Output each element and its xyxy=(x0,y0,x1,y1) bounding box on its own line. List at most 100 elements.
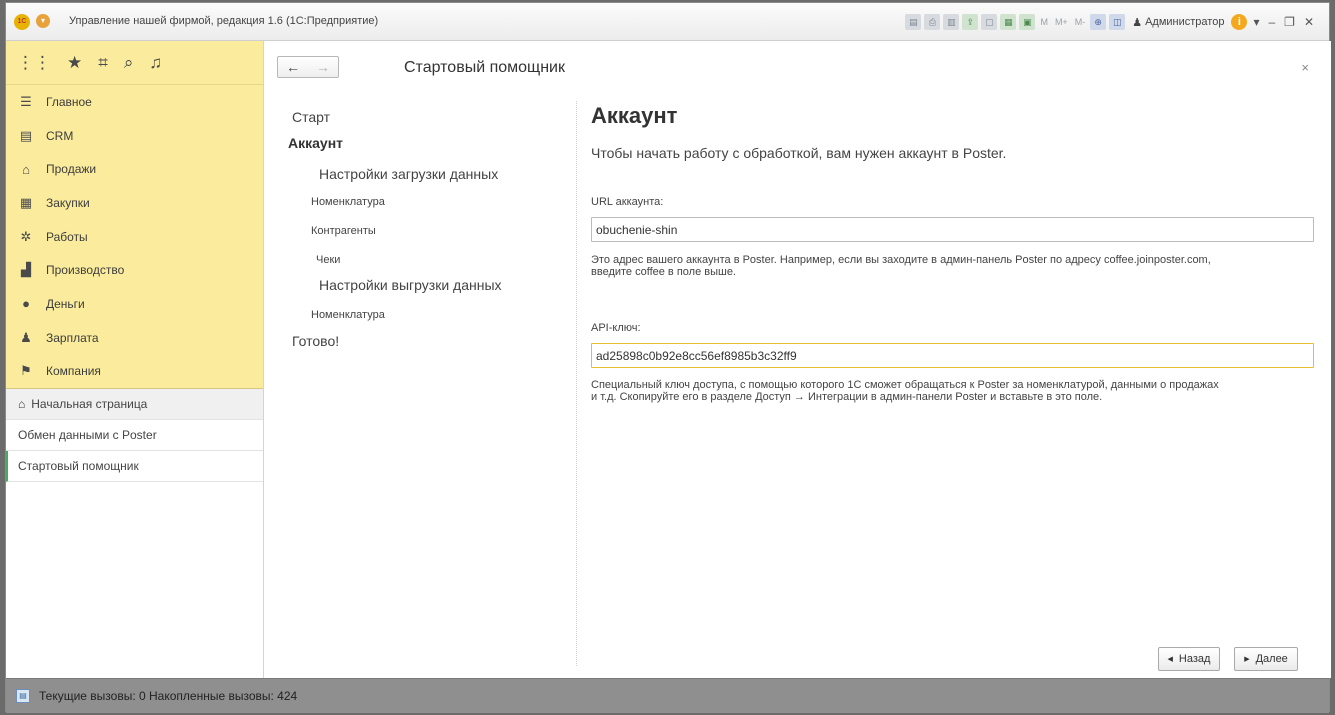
zoom-icon[interactable]: ⊕ xyxy=(1090,14,1107,30)
status-text: Текущие вызовы: 0 Накопленные вызовы: 42… xyxy=(39,689,298,703)
section-item[interactable]: ⌂ Продажи xyxy=(6,152,263,186)
main-menu-button[interactable]: ▾ xyxy=(36,14,50,28)
memory-minus-button[interactable]: M- xyxy=(1073,17,1088,27)
section-label: Зарплата xyxy=(46,330,99,345)
api-key-hint-line: и т.д. Скопируйте его в разделе Доступ →… xyxy=(591,391,1103,403)
url-hint: Это адрес вашего аккаунта в Poster. Напр… xyxy=(591,254,1316,278)
user-name: Администратор xyxy=(1145,16,1225,28)
flag-icon: ⚑ xyxy=(20,363,32,379)
open-item-label: Начальная страница xyxy=(31,397,148,412)
close-window-button[interactable]: ✕ xyxy=(1301,15,1317,29)
section-item[interactable]: ♟ Зарплата xyxy=(6,321,263,355)
form-title: Стартовый помощник xyxy=(404,59,565,76)
url-field[interactable] xyxy=(591,217,1314,242)
panels-icon[interactable]: ◫ xyxy=(1109,14,1126,30)
factory-icon: ▟ xyxy=(21,262,31,278)
calendar-icon[interactable]: ▣ xyxy=(1019,14,1036,30)
info-icon[interactable]: i xyxy=(1231,14,1248,30)
memory-plus-button[interactable]: M+ xyxy=(1053,17,1070,27)
copy-icon[interactable]: ▢ xyxy=(981,14,998,30)
section-label: Деньги xyxy=(46,296,85,311)
url-field-label: URL аккаунта: xyxy=(591,196,664,208)
history-icon[interactable]: ⌗ xyxy=(98,53,108,73)
user-icon: ♟ xyxy=(1132,16,1143,29)
apps-grid-icon[interactable]: ⋮⋮ xyxy=(17,53,51,73)
step-load-settings[interactable]: Настройки загрузки данных xyxy=(319,166,498,182)
basket-icon: ⌂ xyxy=(22,161,30,177)
api-key-label: API-ключ: xyxy=(591,322,641,334)
app-window: 1С ▾ Управление нашей фирмой, редакция 1… xyxy=(5,2,1331,713)
memory-m-button[interactable]: M xyxy=(1038,17,1050,27)
1c-logo-icon: 1С xyxy=(14,14,30,30)
open-item-poster-exchange[interactable]: Обмен данными с Poster xyxy=(6,420,263,452)
maximize-button[interactable]: ❐ xyxy=(1281,15,1298,29)
step-start[interactable]: Старт xyxy=(292,109,330,125)
user-menu[interactable]: ♟ Администратор xyxy=(1128,16,1228,29)
open-item-home[interactable]: ⌂ Начальная страница xyxy=(6,389,263,421)
menu-lines-icon: ☰ xyxy=(20,93,32,109)
back-button[interactable]: ◀ Назад xyxy=(1158,647,1220,671)
open-item-label: Обмен данными с Poster xyxy=(18,428,157,443)
notifications-bell-icon[interactable]: ♫ xyxy=(149,53,162,73)
section-item[interactable]: ☰ Главное xyxy=(6,85,263,119)
form-header: ← → Стартовый помощник × xyxy=(264,41,1331,101)
title-toolbar: ▤ ⎙ ▥ ⇪ ▢ ▦ ▣ M M+ M- ⊕ ◫ ♟ Администрато… xyxy=(905,11,1317,33)
open-windows-list: ⌂ Начальная страница Обмен данными с Pos… xyxy=(6,389,263,483)
upload-icon[interactable]: ⇪ xyxy=(962,14,979,30)
print-icon[interactable]: ⎙ xyxy=(924,14,941,30)
api-key-hint: Специальный ключ доступа, с помощью кото… xyxy=(591,379,1316,403)
url-hint-line: Это адрес вашего аккаунта в Poster. Напр… xyxy=(591,254,1211,266)
step-load-counterparties[interactable]: Контрагенты xyxy=(311,225,376,237)
crm-icon: ▤ xyxy=(19,127,33,143)
forward-arrow-icon[interactable]: → xyxy=(308,57,338,77)
section-item[interactable]: ▤ CRM xyxy=(6,119,263,153)
step-load-receipts[interactable]: Чеки xyxy=(316,254,340,266)
sections-panel: ☰ Главное ▤ CRM ⌂ Продажи ▦ Закупки ✲ Работы ▟ Прои… xyxy=(6,85,263,390)
form-area: ← → Стартовый помощник × Старт Аккаунт Н… xyxy=(264,41,1331,678)
calls-icon[interactable]: ▤ xyxy=(16,689,30,703)
step-unload-settings[interactable]: Настройки выгрузки данных xyxy=(319,277,502,293)
step-unload-nomenclature[interactable]: Номенклатура xyxy=(311,309,385,321)
tools-icon: ✲ xyxy=(20,228,32,244)
content-lead: Чтобы начать работу с обработкой, вам ну… xyxy=(591,145,1007,161)
back-arrow-icon[interactable]: ← xyxy=(278,57,308,77)
section-label: Продажи xyxy=(46,162,97,177)
section-item[interactable]: ✲ Работы xyxy=(6,220,263,254)
history-nav: ← → xyxy=(277,56,339,78)
status-bar: ▤ Текущие вызовы: 0 Накопленные вызовы: … xyxy=(6,678,1329,713)
purchases-icon: ▦ xyxy=(19,194,33,210)
section-label: Производство xyxy=(46,263,125,278)
api-key-hint-line: Специальный ключ доступа, с помощью кото… xyxy=(591,379,1219,391)
favorites-star-icon[interactable]: ★ xyxy=(67,53,82,73)
api-key-field[interactable] xyxy=(591,343,1314,368)
step-account[interactable]: Аккаунт xyxy=(288,135,343,151)
section-label: CRM xyxy=(46,128,74,143)
next-button[interactable]: ▶ Далее xyxy=(1234,647,1298,671)
minimize-button[interactable]: – xyxy=(1265,15,1278,29)
url-hint-line: введите coffee в поле выше. xyxy=(591,266,736,278)
next-triangle-icon: ▶ xyxy=(1244,656,1250,663)
calculator-icon[interactable]: ▦ xyxy=(1000,14,1017,30)
save-icon[interactable]: ▤ xyxy=(905,14,922,30)
home-icon: ⌂ xyxy=(18,397,26,412)
section-item[interactable]: ⚑ Компания xyxy=(6,355,263,389)
section-item[interactable]: ▦ Закупки xyxy=(6,186,263,220)
people-icon: ♟ xyxy=(20,329,32,345)
money-icon: ● xyxy=(22,296,30,312)
preview-icon[interactable]: ▥ xyxy=(943,14,960,30)
section-label: Работы xyxy=(46,229,88,244)
left-panel: ⋮⋮ ★ ⌗ ⌕ ♫ ☰ Главное ▤ CRM ⌂ Продажи ▦ Закупки ✲… xyxy=(6,41,264,678)
section-label: Закупки xyxy=(46,195,90,210)
section-item[interactable]: ● Деньги xyxy=(6,287,263,321)
close-form-icon[interactable]: × xyxy=(1301,60,1309,75)
content-heading: Аккаунт xyxy=(591,103,678,128)
section-item[interactable]: ▟ Производство xyxy=(6,253,263,287)
section-label: Компания xyxy=(46,364,101,379)
step-done[interactable]: Готово! xyxy=(292,333,339,349)
open-item-start-assistant[interactable]: Стартовый помощник xyxy=(6,451,263,483)
info-dropdown-icon[interactable]: ▾ xyxy=(1250,15,1262,29)
step-load-nomenclature[interactable]: Номенклатура xyxy=(311,196,385,208)
back-triangle-icon: ◀ xyxy=(1167,656,1173,663)
search-icon[interactable]: ⌕ xyxy=(124,53,134,73)
open-item-label: Стартовый помощник xyxy=(18,459,139,474)
